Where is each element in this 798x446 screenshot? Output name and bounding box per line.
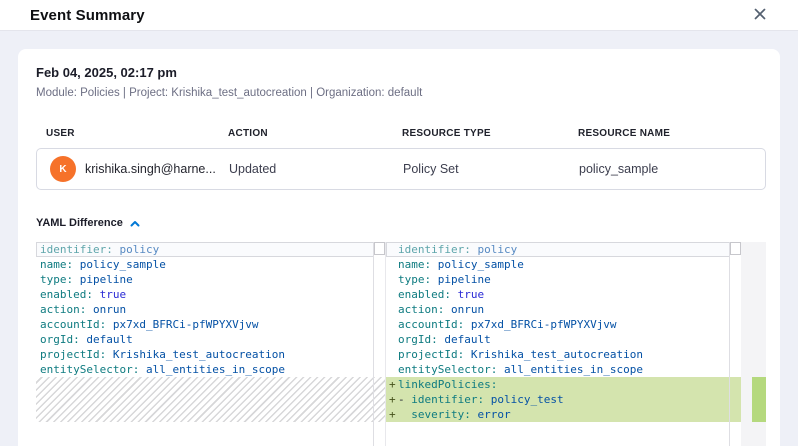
code-line: identifier: policy <box>386 242 741 257</box>
event-timestamp: Feb 04, 2025, 02:17 pm <box>36 65 766 80</box>
scrollbar-track <box>729 242 730 446</box>
code-line: enabled: true <box>36 287 385 302</box>
diff-placeholder-hatch <box>36 377 385 422</box>
event-card: Feb 04, 2025, 02:17 pm Module: Policies … <box>18 49 780 446</box>
diff-add-sign: + <box>389 377 396 392</box>
modal-body: Feb 04, 2025, 02:17 pm Module: Policies … <box>0 31 798 446</box>
scrollbar-thumb[interactable] <box>374 242 385 255</box>
resource-name-cell: policy_sample <box>579 162 765 176</box>
avatar: K <box>50 156 76 182</box>
diff-add-sign: + <box>389 407 396 422</box>
diff-pane-modified[interactable]: identifier: policyname: policy_sampletyp… <box>385 242 741 446</box>
code-line: entitySelector: all_entities_in_scope <box>386 362 741 377</box>
event-context: Module: Policies | Project: Krishika_tes… <box>36 87 766 99</box>
page-title: Event Summary <box>30 7 145 24</box>
modified-code-lines: identifier: policyname: policy_sampletyp… <box>386 242 741 422</box>
chevron-up-icon <box>130 220 140 227</box>
code-line: accountId: px7xd_BFRCi-pfWPYXVjvw <box>36 317 385 332</box>
close-icon <box>754 8 766 20</box>
code-line: enabled: true <box>386 287 741 302</box>
diff-added-marker <box>752 377 766 422</box>
original-code-lines: identifier: policyname: policy_sampletyp… <box>36 242 385 422</box>
table-row[interactable]: K krishika.singh@harne... Updated Policy… <box>36 148 766 190</box>
code-line: type: pipeline <box>36 272 385 287</box>
code-line: accountId: px7xd_BFRCi-pfWPYXVjvw <box>386 317 741 332</box>
collapse-toggle[interactable] <box>130 220 140 227</box>
code-line: projectId: Krishika_test_autocreation <box>36 347 385 362</box>
table-header: USER ACTION RESOURCE TYPE RESOURCE NAME <box>36 128 766 139</box>
code-line: identifier: policy <box>36 242 385 257</box>
code-line: projectId: Krishika_test_autocreation <box>386 347 741 362</box>
code-line: + severity: error <box>386 407 741 422</box>
event-summary-modal: Event Summary Feb 04, 2025, 02:17 pm Mod… <box>0 0 798 446</box>
user-cell: K krishika.singh@harne... <box>37 156 229 182</box>
code-line: +- identifier: policy_test <box>386 392 741 407</box>
scrollbar-track <box>373 242 374 446</box>
code-line: type: pipeline <box>386 272 741 287</box>
action-cell: Updated <box>229 162 403 176</box>
yaml-diff-editor: identifier: policyname: policy_sampletyp… <box>36 242 766 446</box>
modal-header: Event Summary <box>0 0 798 31</box>
code-line: +linkedPolicies: <box>386 377 741 392</box>
column-header-action: ACTION <box>228 128 402 139</box>
yaml-difference-section: YAML Difference <box>36 217 766 229</box>
column-header-resource-name: RESOURCE NAME <box>578 128 766 139</box>
code-line: orgId: default <box>36 332 385 347</box>
code-line: name: policy_sample <box>36 257 385 272</box>
column-header-user: USER <box>36 128 228 139</box>
code-line: action: onrun <box>386 302 741 317</box>
scrollbar-thumb[interactable] <box>730 242 741 255</box>
yaml-difference-label: YAML Difference <box>36 217 123 229</box>
diff-add-sign: + <box>389 392 396 407</box>
code-line: entitySelector: all_entities_in_scope <box>36 362 385 377</box>
overview-ruler <box>741 242 766 446</box>
code-line: orgId: default <box>386 332 741 347</box>
code-line: name: policy_sample <box>386 257 741 272</box>
user-email: krishika.singh@harne... <box>85 162 216 176</box>
code-line: action: onrun <box>36 302 385 317</box>
diff-pane-original[interactable]: identifier: policyname: policy_sampletyp… <box>36 242 385 446</box>
resource-type-cell: Policy Set <box>403 162 579 176</box>
column-header-resource-type: RESOURCE TYPE <box>402 128 578 139</box>
close-button[interactable] <box>750 4 770 24</box>
